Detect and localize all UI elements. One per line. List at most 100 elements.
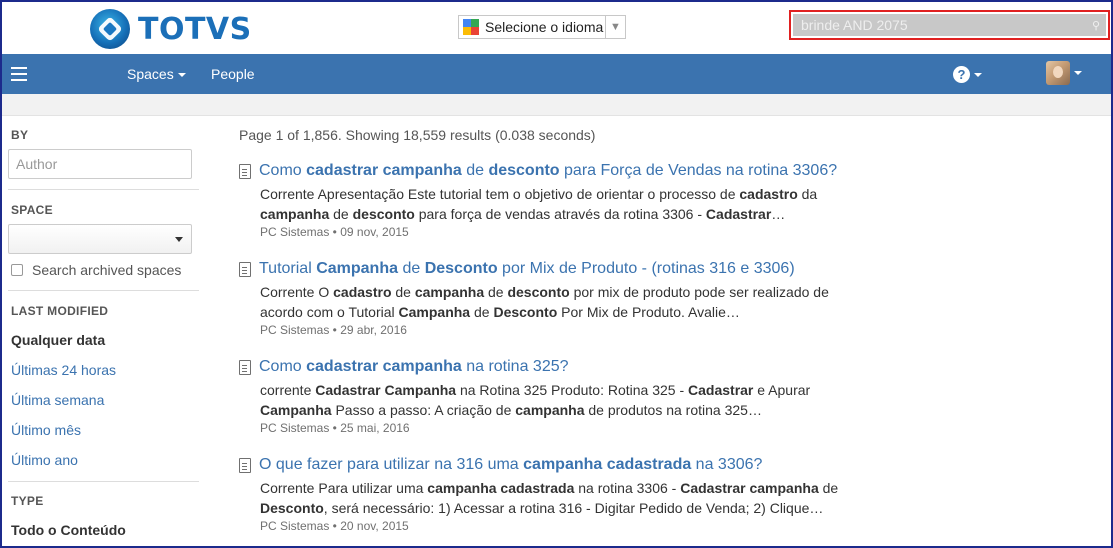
text-segment: de (391, 284, 415, 300)
text-segment: de produtos na rotina 325… (584, 402, 762, 418)
result-title-link[interactable]: Como cadastrar campanha na rotina 325? (239, 358, 859, 376)
result-excerpt-line: acordo com o Tutorial Campanha de Descon… (260, 302, 859, 322)
search-box: ⚲ (789, 10, 1110, 40)
help-icon: ? (953, 66, 970, 83)
text-segment: Tutorial (259, 260, 317, 277)
menu-icon[interactable] (11, 67, 27, 81)
date-filter-month[interactable]: Último mês (11, 422, 81, 438)
totvs-logo-icon (90, 9, 130, 49)
page-icon (239, 163, 251, 179)
text-segment: de (484, 284, 508, 300)
highlighted-term: Campanha (316, 260, 398, 277)
google-translate-icon (463, 19, 479, 35)
result-meta: PC Sistemas • 09 nov, 2015 (260, 225, 409, 239)
highlighted-term: Cadastrar Campanha (315, 382, 457, 398)
date-filter-24h[interactable]: Últimas 24 horas (11, 362, 116, 378)
nav-people-label: People (211, 66, 255, 82)
totvs-logo[interactable]: TOTVS (90, 9, 252, 49)
last-modified-heading: LAST MODIFIED (11, 304, 109, 318)
result-title: Como cadastrar campanha na rotina 325? (259, 358, 569, 376)
brand-name: TOTVS (138, 11, 252, 47)
divider (8, 290, 199, 291)
chevron-down-icon (974, 72, 982, 77)
page-icon (239, 261, 251, 277)
result-excerpt-line: Corrente O cadastro de campanha de desco… (260, 282, 859, 302)
chevron-down-icon (175, 237, 183, 242)
text-segment: acordo com o Tutorial (260, 304, 399, 320)
search-result: O que fazer para utilizar na 316 uma cam… (239, 456, 859, 533)
archived-spaces-checkbox[interactable] (11, 264, 23, 276)
archived-spaces-label: Search archived spaces (32, 262, 182, 278)
date-filter-week[interactable]: Última semana (11, 392, 104, 408)
nav-spaces[interactable]: Spaces (127, 66, 186, 82)
text-segment: , será necessário: 1) Acessar a rotina 3… (323, 500, 824, 516)
result-meta: PC Sistemas • 29 abr, 2016 (260, 323, 407, 337)
result-excerpt: Corrente Apresentação Este tutorial tem … (260, 184, 859, 224)
text-segment: na rotina 3306 - (574, 480, 681, 496)
nav-people[interactable]: People (211, 66, 255, 82)
result-excerpt: corrente Cadastrar Campanha na Rotina 32… (260, 380, 859, 420)
text-segment: de (398, 260, 425, 277)
highlighted-term: Cadastrar (688, 382, 754, 398)
result-title: O que fazer para utilizar na 316 uma cam… (259, 456, 762, 474)
divider (8, 189, 199, 190)
search-icon[interactable]: ⚲ (1092, 19, 1100, 32)
result-title-link[interactable]: Como cadastrar campanha de desconto para… (239, 162, 859, 180)
search-input[interactable] (793, 14, 1106, 36)
text-segment: Como (259, 162, 307, 179)
type-heading: TYPE (11, 494, 44, 508)
archived-spaces-option[interactable]: Search archived spaces (11, 262, 181, 278)
page-icon (239, 457, 251, 473)
highlighted-term: Desconto (424, 260, 498, 277)
text-segment: corrente (260, 382, 316, 398)
result-excerpt: Corrente Para utilizar uma campanha cada… (260, 478, 859, 518)
text-segment: Corrente Apresentação Este tutorial tem … (260, 186, 740, 202)
by-heading: BY (11, 128, 29, 142)
text-segment: por mix de produto pode ser realizado de (569, 284, 829, 300)
highlighted-term: Cadastrar campanha (680, 480, 819, 496)
highlighted-term: campanha cadastrada (427, 480, 575, 496)
highlighted-term: campanha (515, 402, 585, 418)
text-segment: Corrente O (260, 284, 334, 300)
highlighted-term: cadastrar campanha (306, 162, 462, 179)
help-menu[interactable]: ? (953, 66, 982, 83)
user-menu[interactable] (1046, 61, 1082, 85)
result-meta: PC Sistemas • 25 mai, 2016 (260, 421, 410, 435)
chevron-down-icon[interactable]: ▼ (605, 16, 625, 38)
result-excerpt-line: Corrente Apresentação Este tutorial tem … (260, 184, 859, 204)
text-segment: … (771, 206, 786, 222)
highlighted-term: desconto (507, 284, 570, 300)
avatar (1046, 61, 1070, 85)
highlighted-term: cadastro (739, 186, 798, 202)
text-segment: na rotina 325? (461, 358, 569, 375)
page-icon (239, 359, 251, 375)
text-segment: Por Mix de Produto. Avalie… (557, 304, 740, 320)
highlighted-term: desconto (488, 162, 560, 179)
text-segment: na 3306? (691, 456, 763, 473)
text-segment: O que fazer para utilizar na 316 uma (259, 456, 524, 473)
highlighted-term: desconto (352, 206, 415, 222)
sub-header-bar (2, 94, 1111, 116)
result-title-link[interactable]: Tutorial Campanha de Desconto por Mix de… (239, 260, 859, 278)
text-segment: para força de vendas através da rotina 3… (414, 206, 706, 222)
text-segment: de (470, 304, 494, 320)
search-container: ⚲ (793, 14, 1106, 36)
language-selector[interactable]: Selecione o idioma ▼ (458, 15, 626, 39)
result-excerpt-line: Corrente Para utilizar uma campanha cada… (260, 478, 859, 498)
highlighted-term: Desconto (493, 304, 558, 320)
text-segment: Corrente Para utilizar uma (260, 480, 428, 496)
highlighted-term: cadastro (333, 284, 392, 300)
type-filter-all[interactable]: Todo o Conteúdo (11, 522, 126, 538)
highlighted-term: campanha (414, 284, 485, 300)
text-segment: na Rotina 325 Produto: Rotina 325 - (456, 382, 689, 398)
date-filter-any[interactable]: Qualquer data (11, 332, 105, 348)
language-label: Selecione o idioma (485, 19, 604, 35)
result-excerpt-line: campanha de desconto para força de venda… (260, 204, 859, 224)
search-result: Tutorial Campanha de Desconto por Mix de… (239, 260, 859, 337)
space-select[interactable] (8, 224, 192, 254)
date-filter-year[interactable]: Último ano (11, 452, 78, 468)
result-title-link[interactable]: O que fazer para utilizar na 316 uma cam… (239, 456, 859, 474)
text-segment: de (461, 162, 489, 179)
author-field[interactable] (8, 149, 192, 179)
text-segment: Passo a passo: A criação de (331, 402, 516, 418)
